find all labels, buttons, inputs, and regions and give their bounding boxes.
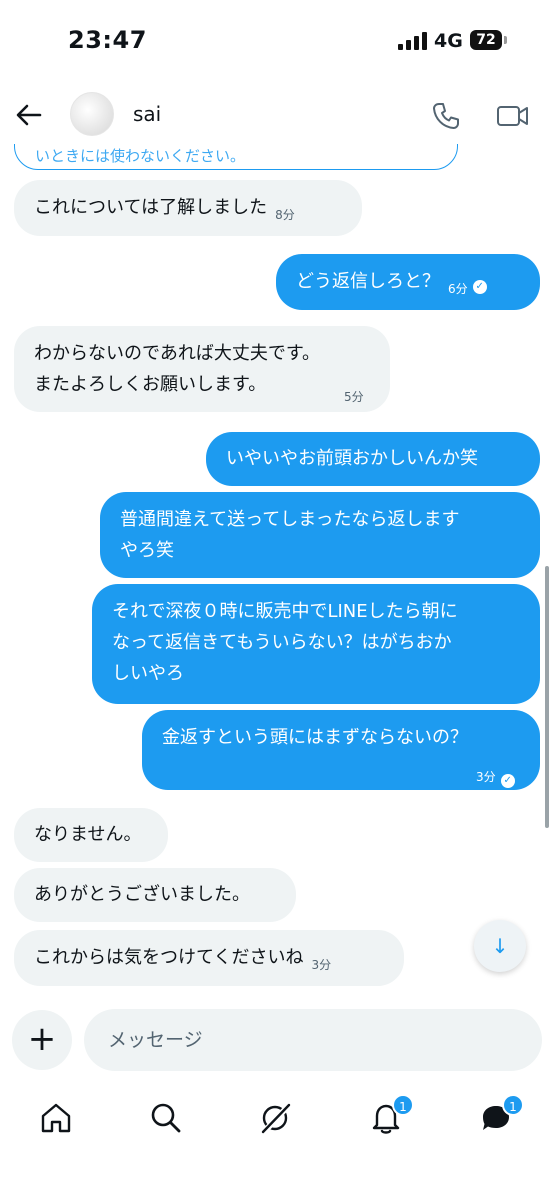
message-line: しいやろ [112, 663, 184, 684]
back-arrow-icon[interactable] [14, 100, 44, 130]
message-line: わからないのであれば大丈夫です。 [34, 343, 321, 364]
home-icon[interactable] [38, 1100, 78, 1140]
battery-tip [504, 36, 507, 44]
message-list[interactable]: いときには使わないください。 これについては了解しました 8分 どう返信しろと？ 6… [0, 144, 554, 1000]
conversation-header: sai [0, 84, 554, 144]
scrollbar[interactable] [545, 566, 549, 828]
battery-icon: 72 [470, 30, 502, 50]
phone-icon[interactable] [430, 100, 462, 132]
search-icon[interactable] [148, 1100, 188, 1140]
status-bar: 23:47 4G 72 [0, 0, 554, 80]
partial-message-text: いときには使わないください。 [35, 147, 246, 165]
read-check-icon: ✓ [472, 280, 487, 294]
message-bubble-incoming[interactable]: これについては了解しました 8分 [14, 180, 362, 236]
message-line: やろ笑 [120, 540, 174, 561]
message-time: 6分 [448, 282, 468, 296]
arrow-down-icon: ↓ [491, 934, 509, 958]
bottom-navigation: 1 1 [0, 1080, 554, 1200]
message-bubble-outgoing[interactable]: 金返すという頭にはまずならないの？ 3分 ✓ [142, 710, 540, 790]
contact-name[interactable]: sai [133, 102, 161, 126]
message-bubble-incoming[interactable]: わからないのであれば大丈夫です。 またよろしくお願いします。 5分 [14, 326, 390, 412]
message-time: 3分 ✓ [476, 762, 515, 793]
plus-icon: + [27, 1019, 57, 1059]
message-text: どう返信しろと？ [296, 271, 440, 292]
message-time: 5分 [344, 390, 364, 404]
notifications-icon[interactable]: 1 [368, 1094, 414, 1140]
read-check-icon: ✓ [500, 774, 515, 788]
messages-icon[interactable]: 1 [478, 1094, 524, 1140]
message-line: またよろしくお願いします。 [34, 374, 267, 395]
message-bubble-outgoing[interactable]: それで深夜０時に販売中でLINEしたら朝に なって返信きてもういらない？はがちお… [92, 584, 540, 704]
message-input[interactable] [84, 1009, 542, 1071]
status-time: 23:47 [68, 26, 147, 54]
message-bubble-outgoing[interactable]: どう返信しろと？ 6分 ✓ [276, 254, 540, 310]
signal-strength-icon [398, 32, 428, 50]
message-composer: + [0, 1000, 554, 1080]
partial-message-bubble: いときには使わないください。 [14, 144, 458, 170]
message-text: いやいやお前頭おかしいんか笑 [226, 448, 478, 469]
add-attachment-button[interactable]: + [12, 1010, 72, 1070]
message-bubble-incoming[interactable]: ありがとうございました。 [14, 868, 296, 922]
message-text: これからは気をつけてくださいね [34, 947, 304, 968]
video-camera-icon[interactable] [496, 100, 530, 132]
message-bubble-outgoing[interactable]: いやいやお前頭おかしいんか笑 [206, 432, 540, 486]
message-time: 3分 [311, 958, 332, 972]
message-text: ありがとうございました。 [34, 884, 250, 905]
message-bubble-outgoing[interactable]: 普通間違えて送ってしまったなら返します やろ笑 [100, 492, 540, 578]
message-text: 金返すという頭にはまずならないの？ [162, 727, 468, 748]
message-text: なりません。 [34, 824, 142, 845]
message-line: それで深夜０時に販売中でLINEしたら朝に [112, 601, 458, 622]
message-text: これについては了解しました [34, 197, 268, 218]
grok-icon[interactable] [258, 1100, 298, 1140]
network-type: 4G [434, 30, 463, 52]
message-time-text: 3分 [476, 770, 496, 784]
notifications-badge: 1 [392, 1094, 414, 1116]
message-bubble-incoming[interactable]: これからは気をつけてくださいね 3分 [14, 930, 404, 986]
message-bubble-incoming[interactable]: なりません。 [14, 808, 168, 862]
avatar[interactable] [70, 92, 114, 136]
messages-badge: 1 [502, 1094, 524, 1116]
message-time: 8分 [275, 208, 295, 222]
message-line: なって返信きてもういらない？はがちおか [112, 632, 452, 653]
scroll-to-bottom-button[interactable]: ↓ [474, 920, 526, 972]
message-line: 普通間違えて送ってしまったなら返します [120, 509, 460, 530]
